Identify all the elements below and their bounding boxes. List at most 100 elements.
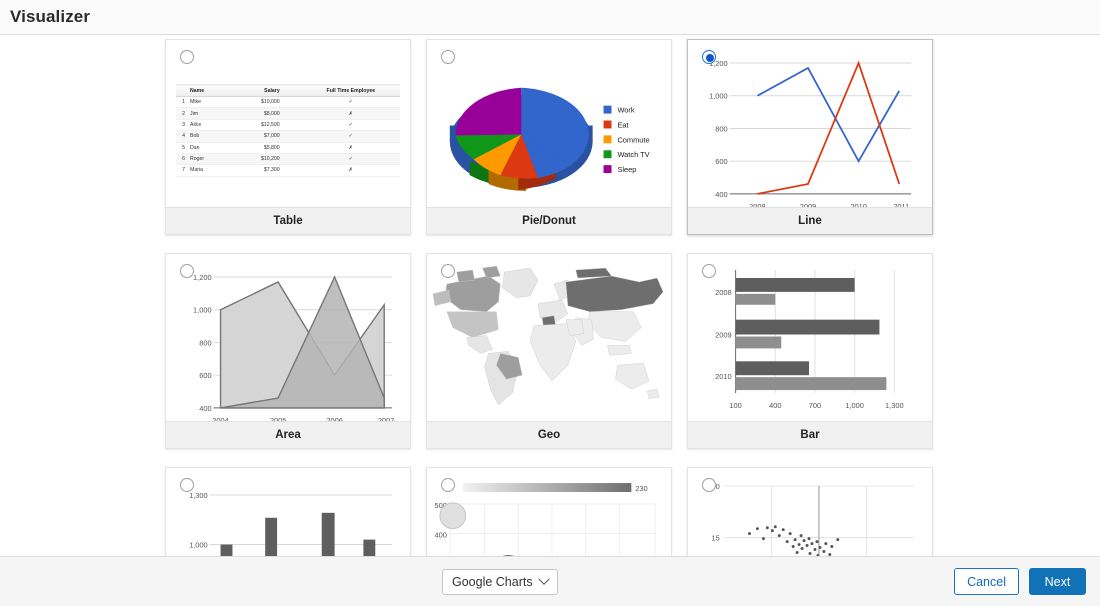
y-tick: 2010: [715, 372, 732, 381]
area-preview: 1,200 1,000 800 600 400 2004 2005 2006 2…: [166, 254, 410, 421]
card-label-bar: Bar: [688, 421, 932, 448]
table-row: 1 Mike $10,000 ✓: [176, 96, 400, 109]
app-header: Visualizer: [0, 0, 1100, 35]
bar-preview: 2008 2009 2010 100 400 700 1,000 1,300: [688, 254, 932, 421]
column-chart-svg: 1,300 1,000 700: [189, 491, 393, 556]
x-tick: 100: [729, 401, 741, 410]
table-row: 3 Alice $12,500 ✓: [176, 119, 400, 132]
column-2008-sales: [220, 544, 233, 556]
y-tick: 600: [199, 371, 211, 380]
line-preview: 1,200 1,000 800 600 400 2008 2009 2010 2…: [688, 40, 932, 207]
page-title: Visualizer: [10, 7, 91, 26]
bar-2009-expenses: [735, 336, 782, 349]
y-tick: 800: [715, 124, 727, 133]
chart-card-geo[interactable]: Geo: [426, 253, 672, 449]
y-tick: 800: [199, 338, 211, 347]
x-tick: 2010: [850, 202, 867, 207]
radio-table[interactable]: [180, 50, 194, 64]
table-row: 6 Roger $10,200 ✓: [176, 153, 400, 166]
y-tick: 1,000: [709, 92, 728, 101]
radio-line[interactable]: [702, 50, 716, 64]
table-row: 4 Bob $7,000 ✓: [176, 130, 400, 143]
radio-scatter[interactable]: [702, 478, 716, 492]
chart-library-select[interactable]: Google Charts: [442, 568, 558, 595]
y-tick: 1,300: [189, 491, 208, 500]
bubble-preview: 230 500 400 300: [427, 468, 671, 556]
chart-card-area[interactable]: 1,200 1,000 800 600 400 2004 2005 2006 2…: [165, 253, 411, 449]
line-series-sales: [757, 66, 901, 164]
x-tick: 700: [809, 401, 821, 410]
y-tick: 400: [434, 531, 446, 540]
col-salary: Salary: [221, 84, 302, 97]
y-tick: 15: [711, 534, 719, 543]
footer-bar: Google Charts Cancel Next: [0, 556, 1100, 606]
table-row: 2 Jim $8,000 ✗: [176, 107, 400, 120]
scatter-chart-svg: 30 15 0: [711, 482, 915, 556]
y-tick: 400: [199, 404, 211, 413]
radio-bar[interactable]: [702, 264, 716, 278]
x-tick: 2009: [800, 202, 817, 207]
bar-2010-sales: [735, 361, 810, 376]
x-tick: 2005: [270, 416, 287, 421]
col-fulltime: Full Time Employee: [301, 84, 400, 97]
chart-card-pie[interactable]: Work Eat Commute Watch TV Sleep Pie/Donu…: [426, 39, 672, 235]
x-tick: 1,300: [885, 401, 904, 410]
bar-2009-sales: [735, 319, 880, 335]
chart-card-column[interactable]: 1,300 1,000 700 Column: [165, 467, 411, 556]
card-label-area: Area: [166, 421, 410, 448]
pie-preview: Work Eat Commute Watch TV Sleep: [427, 40, 671, 207]
bar-2010-expenses: [735, 377, 887, 391]
column-2011-sales: [363, 539, 376, 556]
bar-2008-expenses: [735, 293, 776, 305]
radio-pie[interactable]: [441, 50, 455, 64]
card-label-line: Line: [688, 207, 932, 234]
footer-actions: Cancel Next: [954, 568, 1086, 595]
chart-card-grid: Name Salary Full Time Employee 1 Mike $1…: [165, 35, 935, 556]
y-tick: 1,000: [189, 541, 208, 550]
pie-legend-label: Commute: [617, 135, 649, 144]
radio-column[interactable]: [180, 478, 194, 492]
chart-card-bubble[interactable]: 230 500 400 300: [426, 467, 672, 556]
line-chart-svg: 1,200 1,000 800 600 400 2008 2009 2010 2…: [709, 59, 912, 207]
x-tick: 2007: [378, 416, 395, 421]
chart-card-line[interactable]: 1,200 1,000 800 600 400 2008 2009 2010 2…: [687, 39, 933, 235]
scatter-points: [748, 525, 840, 556]
chart-library-value: Google Charts: [452, 574, 533, 589]
chart-card-table[interactable]: Name Salary Full Time Employee 1 Mike $1…: [165, 39, 411, 235]
card-label-table: Table: [166, 207, 410, 234]
area-chart-svg: 1,200 1,000 800 600 400 2004 2005 2006 2…: [193, 273, 395, 421]
x-tick: 2011: [893, 202, 909, 207]
pie-legend-label: Watch TV: [617, 150, 649, 159]
y-tick: 2009: [715, 331, 732, 340]
x-tick: 400: [769, 401, 781, 410]
column-preview: 1,300 1,000 700: [166, 468, 410, 556]
y-tick: 1,000: [193, 306, 212, 315]
radio-area[interactable]: [180, 264, 194, 278]
geo-map-svg: [432, 265, 664, 406]
scatter-preview: 30 15 0: [688, 468, 932, 556]
x-tick: 2008: [749, 202, 766, 207]
bar-chart-svg: 2008 2009 2010 100 400 700 1,000 1,300: [715, 270, 904, 410]
col-name: Name: [188, 84, 222, 97]
column-2010-sales: [321, 512, 335, 556]
chart-card-scatter[interactable]: 30 15 0: [687, 467, 933, 556]
bubble-point: [439, 502, 467, 530]
radio-geo[interactable]: [441, 264, 455, 278]
table-row: 7 Maria $7,300 ✗: [176, 164, 400, 177]
y-tick: 2008: [715, 288, 732, 297]
cancel-button[interactable]: Cancel: [954, 568, 1019, 595]
x-tick: 1,000: [845, 401, 864, 410]
bubble-legend-max: 230: [635, 484, 647, 493]
chart-card-bar[interactable]: 2008 2009 2010 100 400 700 1,000 1,300 B…: [687, 253, 933, 449]
pie-legend-label: Work: [617, 106, 634, 115]
bubble-chart-svg: 230 500 400 300: [434, 483, 656, 556]
preview-table: Name Salary Full Time Employee 1 Mike $1…: [176, 84, 400, 177]
y-tick: 600: [715, 157, 727, 166]
next-button[interactable]: Next: [1029, 568, 1086, 595]
card-label-pie: Pie/Donut: [427, 207, 671, 234]
radio-bubble[interactable]: [441, 478, 455, 492]
x-tick: 2006: [326, 416, 343, 421]
table-preview: Name Salary Full Time Employee 1 Mike $1…: [166, 40, 410, 207]
chevron-down-icon: [537, 573, 550, 585]
pie-legend-label: Sleep: [617, 165, 636, 174]
